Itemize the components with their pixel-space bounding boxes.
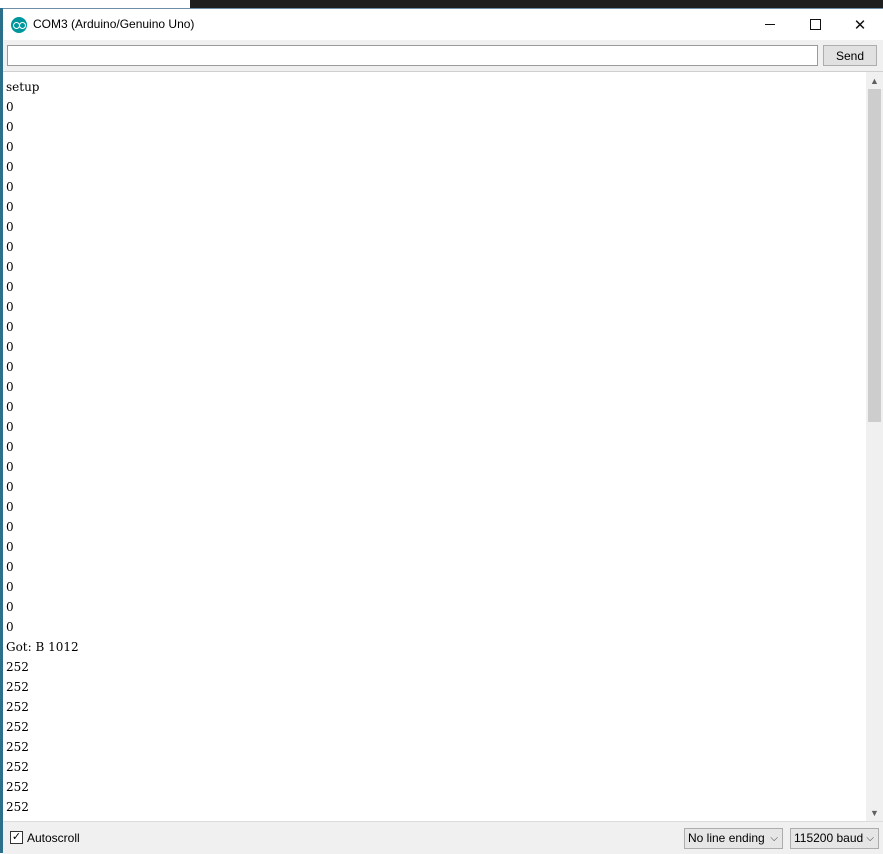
output-line: 0 <box>6 240 14 254</box>
output-line: 252 <box>6 700 29 714</box>
scroll-down-arrow-icon[interactable]: ▼ <box>866 804 883 821</box>
baud-rate-select[interactable]: 115200 baud ⌵ <box>790 828 879 849</box>
desktop-background <box>0 0 883 8</box>
line-ending-value: No line ending <box>688 831 765 845</box>
serial-output-lines: setup 0 0 0 0 0 0 0 0 0 0 0 0 0 0 0 0 0 0 0 0 0 0 0 0 0 0 0 Got: B 1… <box>6 77 79 817</box>
output-line: 0 <box>6 580 14 594</box>
output-line: 252 <box>6 680 29 694</box>
minimize-icon <box>765 24 775 25</box>
output-line: 0 <box>6 140 14 154</box>
close-icon: ✕ <box>853 16 867 34</box>
output-line: 0 <box>6 380 14 394</box>
serial-output-area[interactable]: setup 0 0 0 0 0 0 0 0 0 0 0 0 0 0 0 0 0 0 0 0 0 0 0 0 0 0 0 Got: B 1… <box>3 72 866 821</box>
output-line: 0 <box>6 320 14 334</box>
output-line: 0 <box>6 460 14 474</box>
output-line: 0 <box>6 160 14 174</box>
output-line: 0 <box>6 420 14 434</box>
serial-monitor-window: COM3 (Arduino/Genuino Uno) ✕ Send setup 0… <box>3 8 883 854</box>
output-line: 252 <box>6 800 29 814</box>
output-line: 0 <box>6 400 14 414</box>
output-line: 0 <box>6 620 14 634</box>
output-line: 0 <box>6 280 14 294</box>
vertical-scrollbar[interactable]: ▲ ▼ <box>866 72 883 821</box>
output-line: Got: B 1012 <box>6 640 79 654</box>
output-line: 0 <box>6 200 14 214</box>
output-line: 252 <box>6 720 29 734</box>
taskbar-strip <box>190 0 883 8</box>
output-line: 0 <box>6 220 14 234</box>
output-line: 252 <box>6 740 29 754</box>
output-line: 0 <box>6 600 14 614</box>
autoscroll-checkbox[interactable]: ✓ <box>10 831 23 844</box>
window-title: COM3 (Arduino/Genuino Uno) <box>33 17 195 31</box>
output-line: 0 <box>6 100 14 114</box>
output-line: 252 <box>6 660 29 674</box>
output-line: 0 <box>6 360 14 374</box>
output-line: 0 <box>6 520 14 534</box>
scroll-thumb[interactable] <box>868 89 881 422</box>
title-bar[interactable]: COM3 (Arduino/Genuino Uno) ✕ <box>3 9 883 40</box>
output-line: 252 <box>6 760 29 774</box>
maximize-button[interactable] <box>792 9 838 40</box>
arduino-icon <box>11 17 27 33</box>
line-ending-select[interactable]: No line ending ⌵ <box>684 828 783 849</box>
maximize-icon <box>809 19 821 30</box>
output-line: 0 <box>6 120 14 134</box>
close-button[interactable]: ✕ <box>837 9 883 40</box>
chevron-down-icon: ⌵ <box>866 833 874 844</box>
output-line: 0 <box>6 560 14 574</box>
checkmark-icon: ✓ <box>11 831 22 843</box>
output-line: 0 <box>6 480 14 494</box>
minimize-button[interactable] <box>747 9 793 40</box>
send-button[interactable]: Send <box>823 45 877 66</box>
status-bar: ✓ Autoscroll No line ending ⌵ 115200 bau… <box>3 821 883 854</box>
serial-send-input[interactable] <box>7 45 818 66</box>
send-toolbar: Send <box>3 40 883 72</box>
output-line: 0 <box>6 180 14 194</box>
output-line: 0 <box>6 340 14 354</box>
output-line: 0 <box>6 300 14 314</box>
output-line: 252 <box>6 780 29 794</box>
output-line: setup <box>6 80 40 94</box>
chevron-down-icon: ⌵ <box>770 833 778 844</box>
output-line: 0 <box>6 440 14 454</box>
output-line: 0 <box>6 500 14 514</box>
output-line: 0 <box>6 260 14 274</box>
output-line: 0 <box>6 540 14 554</box>
baud-rate-value: 115200 baud <box>794 831 864 845</box>
autoscroll-label[interactable]: Autoscroll <box>27 831 80 845</box>
scroll-up-arrow-icon[interactable]: ▲ <box>866 72 883 89</box>
